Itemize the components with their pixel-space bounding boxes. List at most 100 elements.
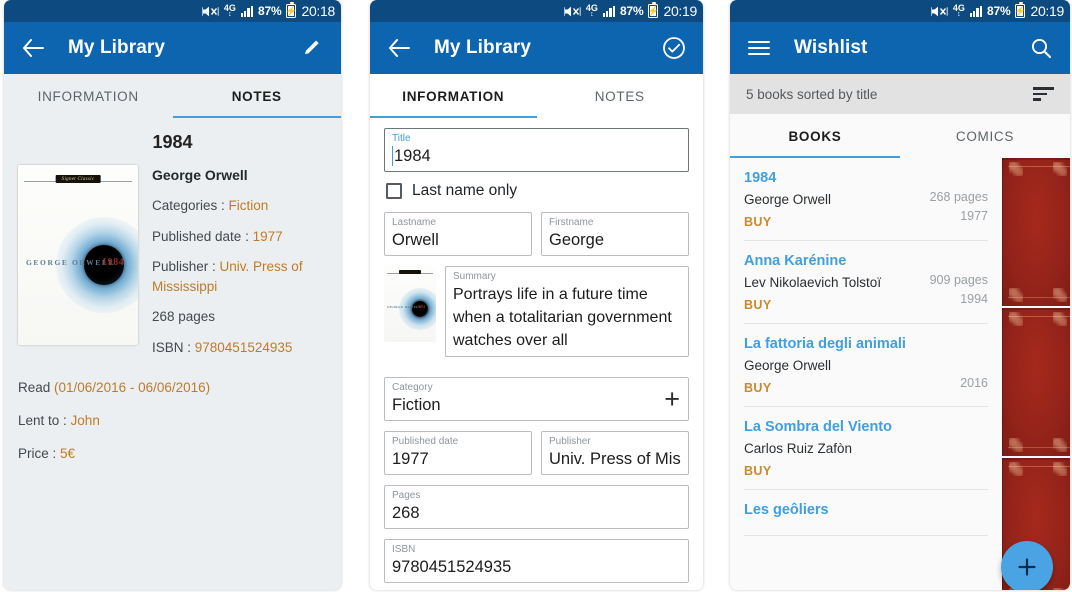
sort-summary-text: 5 books sorted by title	[746, 86, 878, 102]
network-type-indicator: 4G ↕	[952, 3, 965, 19]
last-name-only-label: Last name only	[412, 182, 518, 199]
signal-bars-icon	[240, 5, 254, 17]
status-bar: 4G ↕ 87% ⚡ 20:18	[4, 0, 341, 22]
battery-percent: 87%	[258, 4, 282, 18]
list-item[interactable]: La Sombra del Viento Carlos Ruiz Zafòn B…	[744, 407, 988, 490]
pages-field-label: Pages	[392, 490, 421, 501]
list-item[interactable]: La fattoria degli animali George Orwell …	[744, 324, 988, 407]
clock: 20:19	[663, 3, 697, 19]
mute-icon	[201, 5, 219, 18]
book-title[interactable]: Les geôliers	[744, 502, 988, 518]
book-side-meta: 2016	[960, 374, 988, 393]
summary-field-value: Portrays life in a future time when a to…	[453, 286, 672, 349]
tab-information[interactable]: INFORMATION	[4, 74, 173, 118]
title-field[interactable]: Title 1984	[384, 128, 689, 172]
tab-bar: BOOKS COMICS	[730, 114, 1070, 158]
published-date-field-value: 1977	[392, 450, 429, 468]
last-name-only-checkbox-row[interactable]: Last name only	[386, 182, 689, 200]
tab-information[interactable]: INFORMATION	[370, 74, 537, 118]
list-item[interactable]: Anna Karénine Lev Nikolaevich Tolstoï BU…	[744, 241, 988, 324]
lastname-field-label: Lastname	[392, 217, 436, 228]
phone-panel-detail: 4G ↕ 87% ⚡ 20:18 My Library INFORMATION N…	[4, 0, 341, 590]
summary-row: GEORGE ORWELL 1984 Summary Portrays life …	[384, 266, 689, 367]
app-bar: My Library	[370, 22, 703, 74]
list-item[interactable]: 1984 George Orwell BUY 268 pages 1977	[744, 158, 988, 241]
published-date-field[interactable]: Published date 1977	[384, 431, 532, 475]
name-fields-row: Lastname Orwell Firstname George	[384, 212, 689, 266]
cover-thumbnails-strip	[1002, 158, 1070, 590]
list-item[interactable]: Les geôliers	[744, 490, 988, 536]
page-title: My Library	[68, 37, 166, 58]
back-arrow-icon[interactable]	[386, 35, 412, 61]
battery-charging-icon: ⚡	[286, 1, 297, 18]
meta-isbn: ISBN : 9780451524935	[152, 339, 293, 355]
book-side-meta: 909 pages 1994	[930, 271, 988, 309]
pages-field-value: 268	[392, 504, 420, 522]
book-year: 1994	[960, 292, 988, 306]
book-title[interactable]: La Sombra del Viento	[744, 419, 988, 435]
book-author: George Orwell	[744, 358, 832, 373]
clock: 20:18	[301, 3, 335, 19]
plus-icon	[1018, 558, 1036, 576]
pages-field[interactable]: Pages 268	[384, 485, 689, 529]
buy-link[interactable]: BUY	[744, 464, 988, 478]
plus-icon[interactable]: +	[664, 386, 680, 413]
category-field[interactable]: Category Fiction +	[384, 377, 689, 421]
check-circle-icon[interactable]	[661, 35, 687, 61]
network-type-indicator: 4G ↕	[585, 3, 598, 19]
network-type-indicator: 4G ↕	[223, 3, 236, 19]
published-date-field-label: Published date	[392, 436, 459, 447]
status-bar: 4G ↕ 87% ⚡ 20:19	[730, 0, 1070, 22]
book-title[interactable]: 1984	[744, 170, 988, 186]
publisher-field-value: Univ. Press of Mis	[549, 450, 681, 468]
tab-comics[interactable]: COMICS	[900, 114, 1070, 158]
app-bar: My Library	[4, 22, 341, 74]
book-author: Carlos Ruiz Zafòn	[744, 441, 853, 456]
search-icon[interactable]	[1028, 35, 1054, 61]
book-title[interactable]: Anna Karénine	[744, 253, 988, 269]
cover-title-text: 1984	[102, 257, 125, 268]
isbn-field[interactable]: ISBN 9780451524935	[384, 539, 689, 583]
firstname-field-value: George	[549, 231, 605, 249]
tab-bar: INFORMATION NOTES	[4, 74, 341, 118]
page-title: Wishlist	[794, 37, 868, 58]
buy-link[interactable]: BUY	[744, 381, 988, 395]
meta-publisher: Publisher : Univ. Press of Mississippi	[152, 259, 303, 294]
book-year: 2016	[960, 376, 988, 390]
book-metadata: George Orwell Categories : Fiction Publi…	[152, 165, 327, 368]
summary-field[interactable]: Summary Portrays life in a future time w…	[445, 266, 689, 357]
pencil-edit-icon[interactable]	[299, 35, 325, 61]
lastname-field[interactable]: Lastname Orwell	[384, 212, 532, 256]
book-pages: 268 pages	[929, 190, 988, 204]
firstname-field-label: Firstname	[549, 217, 594, 228]
meta-read-dates: Read (01/06/2016 - 06/06/2016)	[18, 380, 211, 396]
checkbox-icon[interactable]	[386, 183, 402, 199]
tab-notes[interactable]: NOTES	[172, 74, 342, 118]
app-bar: Wishlist	[730, 22, 1070, 74]
wishlist-items: 1984 George Orwell BUY 268 pages 1977 An…	[730, 158, 1002, 590]
publisher-logo: Signet Classic	[55, 175, 101, 183]
published-publisher-row: Published date 1977 Publisher Univ. Pres…	[384, 431, 689, 485]
category-field-value: Fiction	[392, 396, 441, 414]
battery-percent: 87%	[620, 4, 644, 18]
book-cover-thumbnail	[1002, 158, 1070, 306]
tab-books[interactable]: BOOKS	[730, 114, 900, 158]
sort-bar: 5 books sorted by title	[730, 74, 1070, 114]
edit-form: Title 1984 Last name only Lastname Orwel…	[370, 118, 703, 590]
sort-icon[interactable]	[1033, 87, 1054, 101]
book-detail: 1984 Signet Classic GEORGE ORWELL 1984 G…	[4, 118, 341, 461]
back-arrow-icon[interactable]	[20, 35, 46, 61]
meta-lent-to: Lent to : John	[18, 413, 100, 429]
firstname-field[interactable]: Firstname George	[541, 212, 689, 256]
add-book-fab[interactable]	[1001, 541, 1053, 590]
signal-bars-icon	[602, 5, 616, 17]
hamburger-menu-icon[interactable]	[746, 35, 772, 61]
meta-pages: 268 pages	[152, 309, 216, 325]
meta-published-date: Published date : 1977	[152, 228, 283, 244]
book-title[interactable]: La fattoria degli animali	[744, 336, 988, 352]
publisher-field[interactable]: Publisher Univ. Press of Mis	[541, 431, 689, 475]
mute-icon	[930, 5, 948, 18]
tab-notes[interactable]: NOTES	[537, 74, 704, 118]
book-year: 1977	[960, 209, 988, 223]
battery-charging-icon: ⚡	[648, 1, 659, 18]
